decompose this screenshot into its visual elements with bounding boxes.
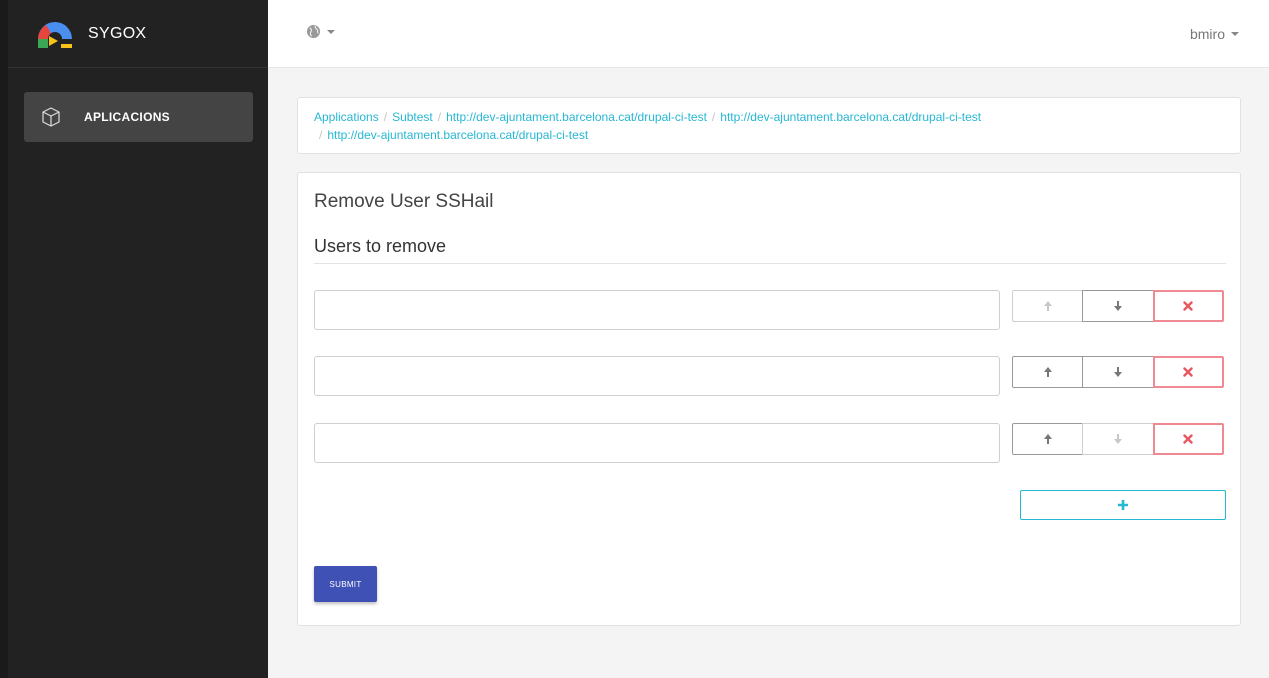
move-up-button[interactable]	[1012, 356, 1084, 388]
section-divider	[314, 263, 1226, 264]
user-row	[314, 423, 1226, 463]
row-actions	[1012, 356, 1226, 388]
chevron-down-icon	[327, 29, 335, 34]
move-up-button[interactable]	[1012, 423, 1084, 455]
page-title: Remove User SSHail	[314, 191, 494, 212]
brand[interactable]: SYGOX	[8, 0, 268, 68]
section-title: Users to remove	[314, 236, 447, 256]
close-icon	[1183, 367, 1194, 377]
arrow-down-icon	[1113, 367, 1122, 377]
move-up-button[interactable]	[1012, 290, 1084, 322]
breadcrumb-separator: /	[319, 128, 323, 142]
breadcrumb: Applications / Subtest / http://dev-ajuntame…	[297, 97, 1241, 154]
row-actions	[1012, 423, 1226, 455]
breadcrumb-separator: /	[437, 110, 442, 124]
form-card: Remove User SSHail Users to remove SUBMI…	[297, 172, 1241, 626]
remove-button[interactable]	[1152, 356, 1224, 388]
sidebar: SYGOX APLICACIONS	[0, 0, 268, 678]
remove-button[interactable]	[1152, 423, 1224, 455]
username: bmiro	[1189, 26, 1225, 42]
row-actions	[1012, 290, 1226, 322]
remove-button[interactable]	[1152, 290, 1224, 322]
language-dropdown[interactable]	[306, 24, 335, 39]
user-select[interactable]	[314, 290, 1000, 330]
globe-icon	[306, 24, 321, 39]
brand-name: SYGOX	[88, 24, 147, 42]
user-select[interactable]	[314, 423, 1000, 463]
sidebar-item-label: APLICACIONS	[84, 110, 170, 124]
breadcrumb-link-url-2[interactable]: http://dev-ajuntament.barcelona.cat/drup…	[720, 110, 981, 124]
move-down-button[interactable]	[1082, 290, 1154, 322]
top-bar: bmiro	[268, 0, 1269, 68]
plus-icon	[1118, 500, 1128, 510]
submit-button[interactable]: SUBMIT	[314, 566, 377, 602]
user-select[interactable]	[314, 356, 1000, 396]
move-down-button[interactable]	[1082, 356, 1154, 388]
sygox-logo	[38, 21, 72, 48]
move-down-button[interactable]	[1082, 423, 1154, 455]
arrow-up-icon	[1043, 301, 1052, 311]
user-menu[interactable]: bmiro	[1190, 26, 1239, 42]
breadcrumb-link-url-1[interactable]: http://dev-ajuntament.barcelona.cat/drup…	[446, 110, 707, 124]
user-row	[314, 356, 1226, 396]
add-user-button[interactable]	[1020, 490, 1226, 520]
arrow-down-icon	[1113, 434, 1122, 444]
close-icon	[1183, 434, 1194, 444]
arrow-down-icon	[1113, 301, 1122, 311]
sidebar-item-aplicacions[interactable]: APLICACIONS	[24, 92, 253, 142]
breadcrumb-link-url-3[interactable]: http://dev-ajuntament.barcelona.cat/drup…	[327, 128, 588, 142]
breadcrumb-link-subtest[interactable]: Subtest	[392, 110, 433, 124]
chevron-down-icon	[1231, 32, 1239, 36]
breadcrumb-link-applications[interactable]: Applications	[314, 110, 379, 124]
breadcrumb-separator: /	[711, 110, 716, 124]
breadcrumb-separator: /	[383, 110, 388, 124]
close-icon	[1183, 301, 1194, 311]
arrow-up-icon	[1043, 434, 1052, 444]
arrow-up-icon	[1043, 367, 1052, 377]
cube-icon	[42, 107, 60, 127]
user-row	[314, 290, 1226, 330]
